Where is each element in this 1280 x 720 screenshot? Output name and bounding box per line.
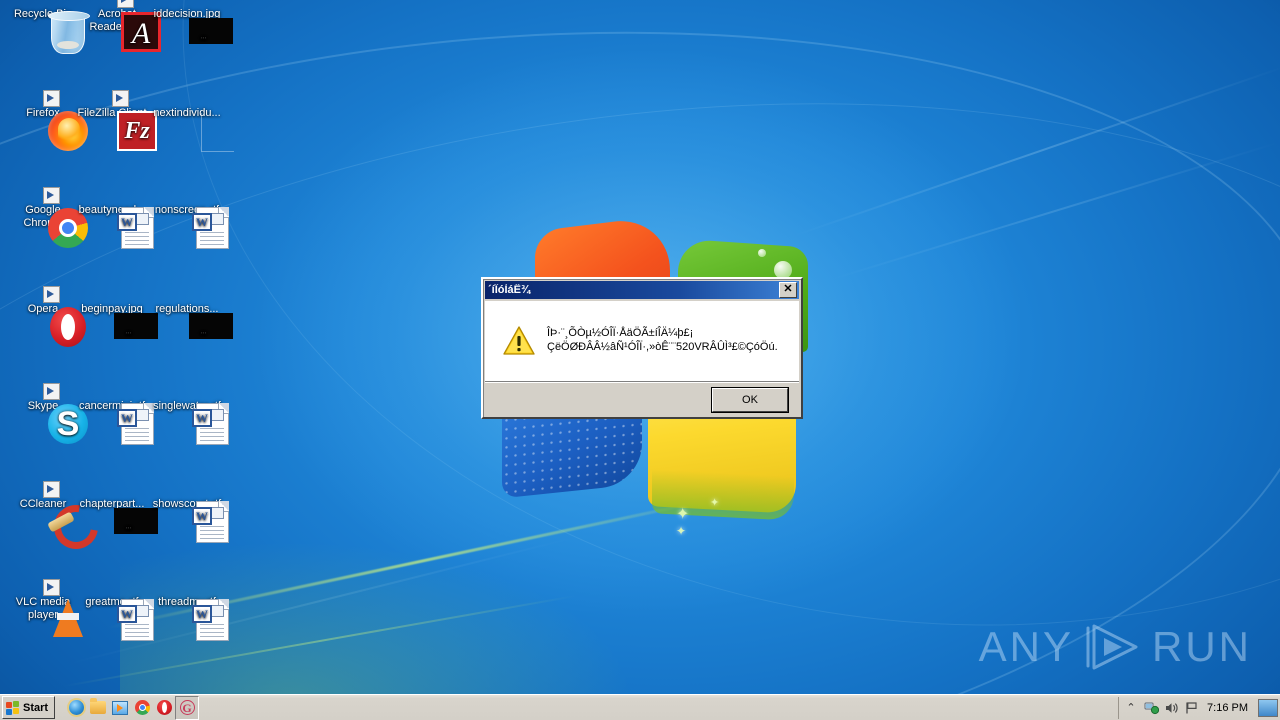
desktop-icon[interactable]: Wshowscourt.rtf	[150, 498, 229, 543]
image-thumbnail-icon: ▪▪▪	[114, 313, 158, 339]
taskbar-clock[interactable]: 7:16 PM	[1203, 702, 1254, 714]
shortcut-arrow-icon	[43, 286, 60, 303]
desktop-icon[interactable]: FileZilla Client	[75, 90, 157, 151]
logo-sparkle-1: ✦	[676, 506, 690, 523]
desktop-icon[interactable]: Recycle Bin	[6, 8, 90, 54]
wallpaper-ray-2	[829, 141, 1280, 281]
taskbar: Start ⌃	[0, 694, 1280, 720]
windows-media-player-icon[interactable]	[109, 697, 131, 719]
error-dialog: ´íÎóÌáÊ¾ ✕ ÎÞ·¨¸ÕÒµ½ÓÎÏ·ÅäÖÃ±íÎÄ¼þ£¡ ÇëÖ…	[481, 277, 803, 419]
desktop-icon[interactable]: Google Chrome	[6, 187, 88, 248]
rtf-document-icon: W	[192, 403, 229, 445]
shortcut-arrow-icon	[112, 90, 129, 107]
logo-sparkle-3: ✦	[676, 524, 687, 538]
desktop-icon[interactable]: nextindividu...	[150, 107, 234, 152]
start-button-label: Start	[23, 701, 49, 714]
desktop-icon[interactable]: Wbeautyneed...	[75, 204, 154, 249]
desktop-icon[interactable]: Wnonscreen.rtf	[150, 204, 229, 249]
show-hidden-icons-button[interactable]: ⌃	[1123, 700, 1139, 716]
rtf-document-icon: W	[192, 207, 229, 249]
dialog-body: ÎÞ·¨¸ÕÒµ½ÓÎÏ·ÅäÖÃ±íÎÄ¼þ£¡ ÇëÖØÐÂÂ½âÑ¹ÓÎÏ…	[485, 301, 799, 382]
opera-icon[interactable]	[153, 697, 175, 719]
desktop-icon-grid: Recycle BinAcrobat Reader DC▪▪▪iddecisio…	[0, 0, 234, 690]
volume-icon[interactable]	[1163, 700, 1179, 716]
close-icon-glyph: ✕	[783, 283, 793, 295]
warning-triangle-icon	[503, 325, 535, 357]
show-desktop-folder-icon[interactable]	[87, 697, 109, 719]
desktop-icon[interactable]: VLC media player	[6, 579, 83, 637]
desktop-screen: ✦ ✦ ✦ Recycle BinAcrobat Reader DC▪▪▪idd…	[0, 0, 1280, 720]
network-icon[interactable]	[1143, 700, 1159, 716]
action-center-flag-icon[interactable]	[1183, 700, 1199, 716]
dialog-button-row: OK	[485, 382, 799, 416]
desktop-icon[interactable]: Firefox	[6, 90, 88, 151]
desktop-icon[interactable]: Skype	[6, 383, 88, 445]
shortcut-arrow-icon	[43, 187, 60, 204]
ok-button[interactable]: OK	[712, 387, 788, 412]
rtf-document-icon: W	[192, 599, 229, 641]
quick-launch-bar	[65, 695, 200, 720]
system-tray: ⌃ 7:16 PM	[1118, 696, 1278, 719]
windows-flag-icon	[6, 700, 20, 715]
desktop-icon[interactable]: CCleaner	[6, 481, 107, 558]
show-hidden-icons-label: ⌃	[1126, 702, 1136, 714]
google-chrome-icon[interactable]	[131, 697, 153, 719]
image-thumbnail-icon: ▪▪▪	[189, 18, 233, 44]
image-thumbnail-icon: ▪▪▪	[189, 313, 233, 339]
show-desktop-button[interactable]	[1258, 698, 1278, 717]
desktop-icon[interactable]: Opera	[6, 286, 86, 347]
desktop-icon[interactable]: ▪▪▪ iddecision.jpg	[150, 8, 233, 44]
shortcut-arrow-icon	[43, 90, 60, 107]
dialog-title: ´íÎóÌáÊ¾	[488, 284, 531, 296]
dialog-message: ÎÞ·¨¸ÕÒµ½ÓÎÏ·ÅäÖÃ±íÎÄ¼þ£¡ ÇëÖØÐÂÂ½âÑ¹ÓÎÏ…	[547, 327, 778, 353]
shortcut-arrow-icon	[43, 481, 60, 498]
desktop-icon[interactable]: Wgreatme.rtf	[75, 596, 154, 641]
start-button[interactable]: Start	[2, 696, 56, 719]
wallpaper-ray-1	[793, 65, 1280, 237]
running-app-icon[interactable]	[175, 695, 200, 720]
shortcut-arrow-icon	[43, 579, 60, 596]
internet-explorer-icon[interactable]	[65, 697, 87, 719]
desktop-icon[interactable]: Acrobat Reader DC	[80, 0, 161, 52]
logo-bubble-2	[758, 249, 766, 257]
close-icon[interactable]: ✕	[779, 282, 797, 298]
shortcut-arrow-icon	[43, 383, 60, 400]
image-thumbnail-icon: ▪▪▪	[114, 508, 158, 534]
desktop-icon[interactable]: Wsinglewater.rtf	[150, 400, 229, 445]
desktop-icon[interactable]: Wthreadmy.rtf	[150, 596, 229, 641]
desktop-icon[interactable]: ▪▪▪ regulations...	[150, 303, 233, 339]
desktop-icon[interactable]: ▪▪▪ chapterpart...	[75, 498, 158, 534]
shortcut-arrow-icon	[117, 0, 134, 8]
desktop-icon[interactable]: Wcancermini.rtf	[75, 400, 154, 445]
rtf-document-icon: W	[192, 501, 229, 543]
logo-grass	[652, 461, 794, 521]
dialog-title-bar[interactable]: ´íÎóÌáÊ¾ ✕	[485, 281, 799, 299]
desktop-icon[interactable]: ▪▪▪ beginpay.jpg	[75, 303, 158, 339]
blank-file-icon	[201, 113, 234, 152]
